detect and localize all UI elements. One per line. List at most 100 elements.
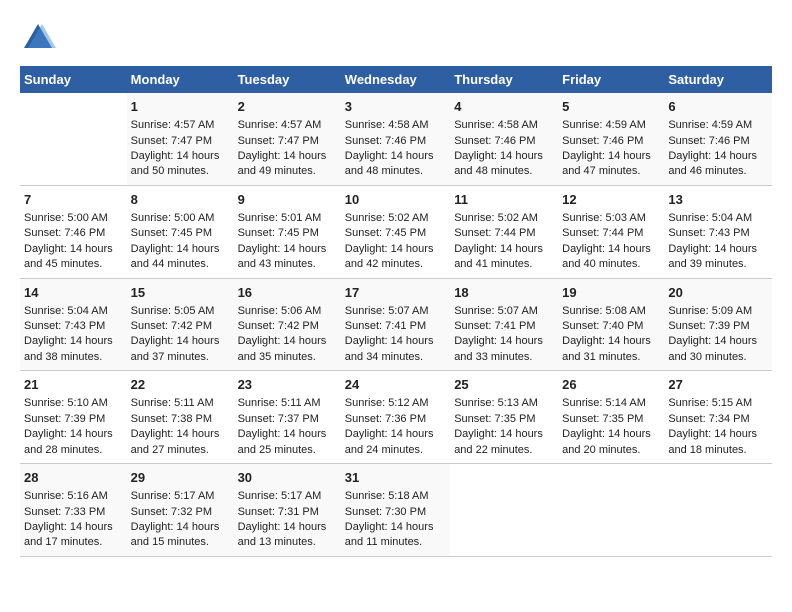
day-info: and 48 minutes.	[454, 164, 554, 179]
day-info: Sunset: 7:42 PM	[131, 319, 230, 334]
week-row-1: 1Sunrise: 4:57 AMSunset: 7:47 PMDaylight…	[20, 93, 772, 185]
day-number: 8	[131, 191, 230, 209]
day-info: Daylight: 14 hours	[24, 334, 123, 349]
day-info: Daylight: 14 hours	[345, 334, 446, 349]
day-info: Sunset: 7:46 PM	[668, 134, 768, 149]
day-info: Sunset: 7:43 PM	[24, 319, 123, 334]
day-info: Sunrise: 4:59 AM	[562, 118, 660, 133]
calendar-cell: 10Sunrise: 5:02 AMSunset: 7:45 PMDayligh…	[341, 185, 450, 278]
day-info: Daylight: 14 hours	[562, 427, 660, 442]
day-info: Sunrise: 5:06 AM	[238, 304, 337, 319]
day-info: Sunrise: 4:59 AM	[668, 118, 768, 133]
day-number: 4	[454, 98, 554, 116]
day-info: and 17 minutes.	[24, 535, 123, 550]
day-info: Sunrise: 5:14 AM	[562, 396, 660, 411]
day-info: Daylight: 14 hours	[562, 149, 660, 164]
calendar-cell: 18Sunrise: 5:07 AMSunset: 7:41 PMDayligh…	[450, 278, 558, 371]
day-info: Daylight: 14 hours	[131, 242, 230, 257]
day-info: Sunset: 7:46 PM	[454, 134, 554, 149]
week-row-3: 14Sunrise: 5:04 AMSunset: 7:43 PMDayligh…	[20, 278, 772, 371]
day-number: 27	[668, 376, 768, 394]
day-info: Sunset: 7:40 PM	[562, 319, 660, 334]
day-info: Sunrise: 5:07 AM	[454, 304, 554, 319]
day-info: Sunset: 7:43 PM	[668, 226, 768, 241]
day-info: Sunset: 7:45 PM	[345, 226, 446, 241]
day-number: 15	[131, 284, 230, 302]
day-info: Sunrise: 5:17 AM	[238, 489, 337, 504]
day-info: Sunrise: 5:10 AM	[24, 396, 123, 411]
day-info: Daylight: 14 hours	[562, 334, 660, 349]
calendar-cell: 7Sunrise: 5:00 AMSunset: 7:46 PMDaylight…	[20, 185, 127, 278]
day-info: Sunset: 7:34 PM	[668, 412, 768, 427]
calendar-table: SundayMondayTuesdayWednesdayThursdayFrid…	[20, 66, 772, 557]
calendar-cell: 11Sunrise: 5:02 AMSunset: 7:44 PMDayligh…	[450, 185, 558, 278]
day-number: 25	[454, 376, 554, 394]
day-header-saturday: Saturday	[664, 66, 772, 93]
day-info: Sunset: 7:31 PM	[238, 505, 337, 520]
calendar-cell: 22Sunrise: 5:11 AMSunset: 7:38 PMDayligh…	[127, 371, 234, 464]
day-info: Daylight: 14 hours	[345, 242, 446, 257]
day-info: and 31 minutes.	[562, 350, 660, 365]
calendar-cell	[450, 464, 558, 557]
calendar-cell	[664, 464, 772, 557]
calendar-cell: 15Sunrise: 5:05 AMSunset: 7:42 PMDayligh…	[127, 278, 234, 371]
logo	[20, 20, 60, 56]
page-header	[20, 20, 772, 56]
day-info: and 13 minutes.	[238, 535, 337, 550]
day-number: 23	[238, 376, 337, 394]
day-info: and 30 minutes.	[668, 350, 768, 365]
day-number: 24	[345, 376, 446, 394]
day-number: 17	[345, 284, 446, 302]
day-info: Sunset: 7:39 PM	[668, 319, 768, 334]
day-info: Daylight: 14 hours	[668, 334, 768, 349]
day-info: and 22 minutes.	[454, 443, 554, 458]
day-info: and 15 minutes.	[131, 535, 230, 550]
day-number: 2	[238, 98, 337, 116]
day-info: Sunrise: 5:02 AM	[454, 211, 554, 226]
day-header-sunday: Sunday	[20, 66, 127, 93]
calendar-cell: 5 Sunrise: 4:59 AMSunset: 7:46 PMDaylight…	[558, 93, 664, 185]
calendar-cell	[20, 93, 127, 185]
day-info: and 41 minutes.	[454, 257, 554, 272]
day-info: Sunset: 7:44 PM	[562, 226, 660, 241]
calendar-cell: 24Sunrise: 5:12 AMSunset: 7:36 PMDayligh…	[341, 371, 450, 464]
day-info: Daylight: 14 hours	[454, 149, 554, 164]
day-info: Sunrise: 5:00 AM	[24, 211, 123, 226]
calendar-cell: 2Sunrise: 4:57 AMSunset: 7:47 PMDaylight…	[234, 93, 341, 185]
day-info: and 34 minutes.	[345, 350, 446, 365]
calendar-cell: 21Sunrise: 5:10 AMSunset: 7:39 PMDayligh…	[20, 371, 127, 464]
day-info: Daylight: 14 hours	[238, 334, 337, 349]
day-info: Daylight: 14 hours	[131, 520, 230, 535]
day-number: 14	[24, 284, 123, 302]
day-info: Sunset: 7:36 PM	[345, 412, 446, 427]
day-header-friday: Friday	[558, 66, 664, 93]
day-info: Sunset: 7:35 PM	[454, 412, 554, 427]
day-info: Daylight: 14 hours	[24, 242, 123, 257]
day-info: and 42 minutes.	[345, 257, 446, 272]
day-info: Sunrise: 4:58 AM	[345, 118, 446, 133]
day-info: and 45 minutes.	[24, 257, 123, 272]
day-info: Daylight: 14 hours	[345, 427, 446, 442]
day-info: Daylight: 14 hours	[668, 242, 768, 257]
day-header-thursday: Thursday	[450, 66, 558, 93]
day-number: 11	[454, 191, 554, 209]
day-info: Daylight: 14 hours	[562, 242, 660, 257]
day-info: and 49 minutes.	[238, 164, 337, 179]
day-info: and 48 minutes.	[345, 164, 446, 179]
day-number: 20	[668, 284, 768, 302]
calendar-cell: 13Sunrise: 5:04 AMSunset: 7:43 PMDayligh…	[664, 185, 772, 278]
day-number: 18	[454, 284, 554, 302]
calendar-cell: 29Sunrise: 5:17 AMSunset: 7:32 PMDayligh…	[127, 464, 234, 557]
day-number: 26	[562, 376, 660, 394]
day-number: 19	[562, 284, 660, 302]
week-row-4: 21Sunrise: 5:10 AMSunset: 7:39 PMDayligh…	[20, 371, 772, 464]
day-info: and 18 minutes.	[668, 443, 768, 458]
day-info: and 28 minutes.	[24, 443, 123, 458]
day-number: 1	[131, 98, 230, 116]
day-info: Daylight: 14 hours	[131, 334, 230, 349]
day-info: Sunrise: 5:04 AM	[668, 211, 768, 226]
day-info: Sunrise: 5:00 AM	[131, 211, 230, 226]
day-info: Sunset: 7:46 PM	[562, 134, 660, 149]
day-info: Daylight: 14 hours	[668, 149, 768, 164]
day-number: 5	[562, 98, 660, 116]
